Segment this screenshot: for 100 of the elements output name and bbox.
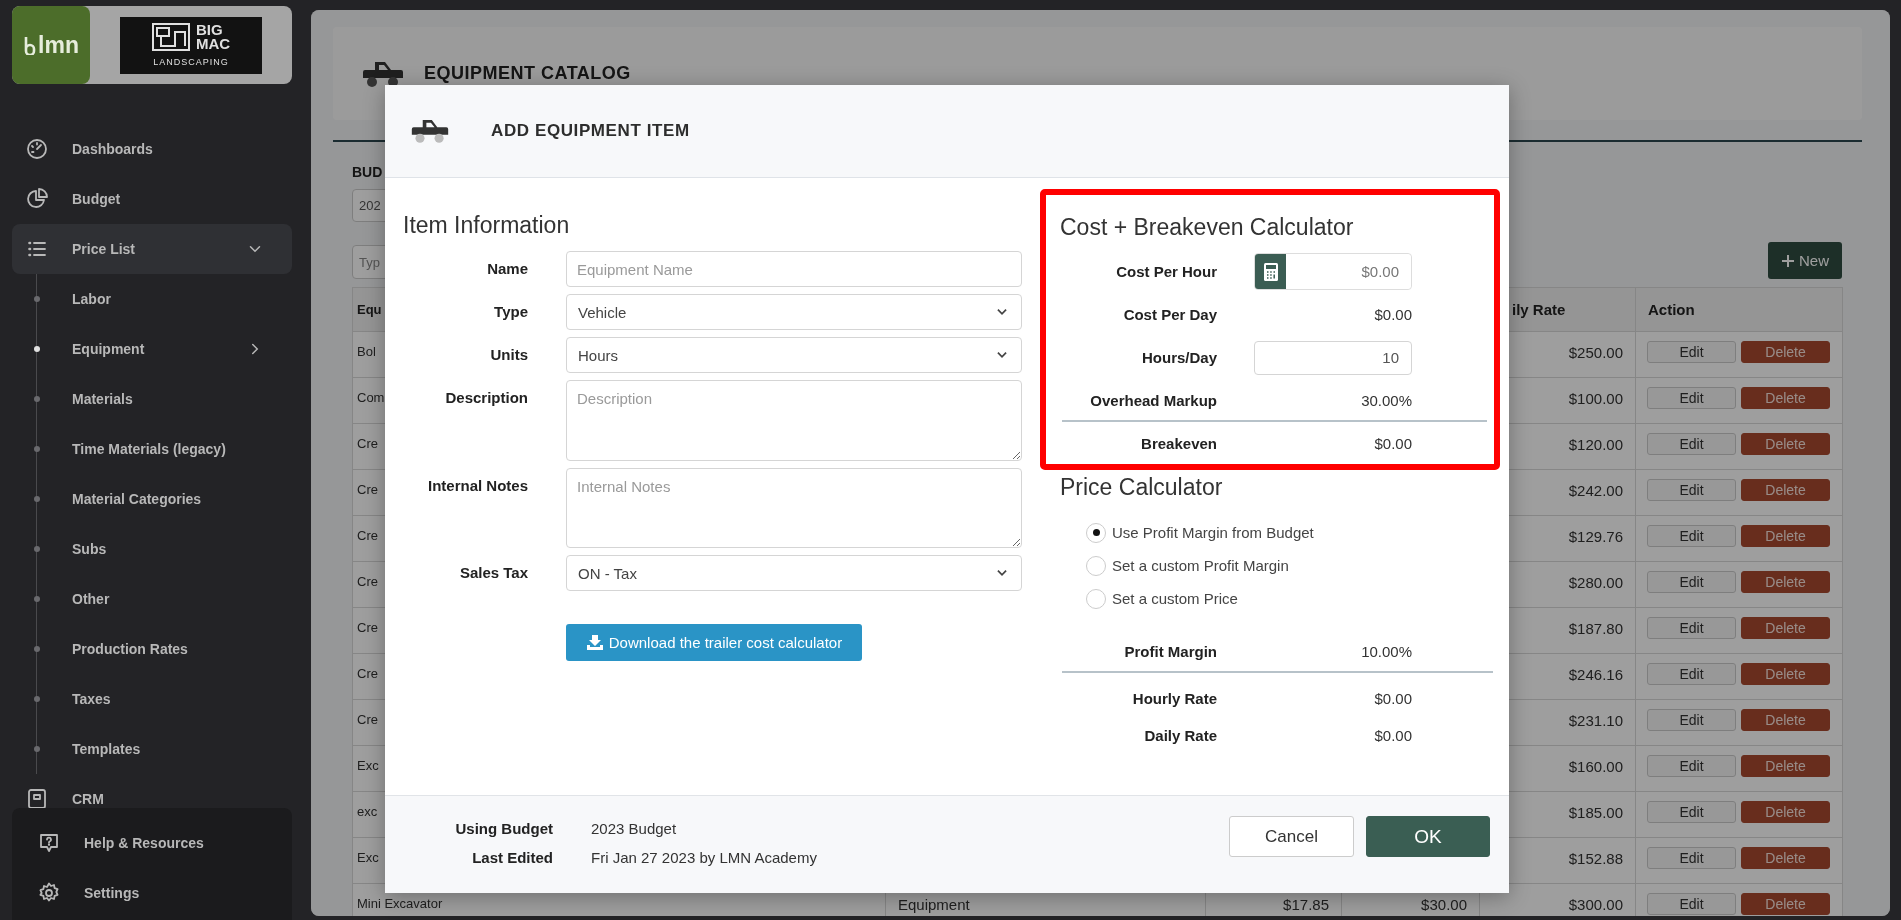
nav-subitem[interactable]: Other [12, 574, 292, 624]
edit-button[interactable]: Edit [1647, 525, 1736, 547]
delete-button[interactable]: Delete [1741, 341, 1830, 363]
meta-value: Fri Jan 27 2023 by LMN Academy [591, 848, 817, 868]
page-title: EQUIPMENT CATALOG [424, 63, 631, 84]
cancel-button[interactable]: Cancel [1229, 816, 1354, 857]
nav-item[interactable]: Settings [24, 868, 281, 918]
edit-button[interactable]: Edit [1647, 893, 1736, 915]
nav-subitem[interactable]: Templates [12, 724, 292, 774]
edit-button[interactable]: Edit [1647, 341, 1736, 363]
meta-value: 2023 Budget [591, 819, 678, 839]
nav-item[interactable]: Dashboards [12, 124, 292, 174]
edit-button[interactable]: Edit [1647, 755, 1736, 777]
calculated-value: $0.00 [1373, 306, 1412, 323]
option-label: Set a custom Price [1112, 590, 1238, 607]
field-label: Units [489, 345, 528, 365]
download-button[interactable]: Download the trailer cost calculator [566, 624, 862, 661]
field-label: Type [493, 302, 528, 322]
calculated-value: $0.00 [1373, 727, 1412, 744]
delete-button[interactable]: Delete [1741, 893, 1830, 915]
section-heading: Price Calculator [1059, 473, 1224, 502]
delete-button[interactable]: Delete [1741, 847, 1830, 869]
currency-field[interactable]: $0.00 [1254, 253, 1412, 290]
edit-button[interactable]: Edit [1647, 709, 1736, 731]
calculated-value: 10.00% [1360, 643, 1412, 660]
select-field[interactable]: Vehicle [566, 294, 1022, 330]
select-field[interactable]: ON - Tax [566, 555, 1022, 591]
field-label: Sales Tax [458, 563, 528, 583]
select-field[interactable]: Hours [566, 337, 1022, 373]
meta-label: Using Budget [454, 819, 553, 839]
download-icon [585, 634, 604, 651]
delete-button[interactable]: Delete [1741, 571, 1830, 593]
nav-subitem[interactable]: Material Categories [12, 474, 292, 524]
delete-button[interactable]: Delete [1741, 755, 1830, 777]
nav-subitem[interactable]: Time Materials (legacy) [12, 424, 292, 474]
nav-item[interactable]: Help & Resources [24, 818, 281, 868]
calculator-icon [1263, 262, 1278, 281]
edit-button[interactable]: Edit [1647, 387, 1736, 409]
nav-item[interactable]: CRM [12, 774, 292, 808]
field-label: Daily Rate [1143, 727, 1217, 744]
pie-chart-icon [25, 187, 49, 211]
nav-item[interactable]: Price List [12, 224, 292, 274]
delete-button[interactable]: Delete [1741, 479, 1830, 501]
delete-button[interactable]: Delete [1741, 709, 1830, 731]
text-field[interactable]: Equipment Name [566, 251, 1022, 287]
section-heading: Cost + Breakeven Calculator [1059, 213, 1355, 242]
radio-button[interactable] [1086, 588, 1106, 609]
help-icon [37, 831, 61, 855]
app-mark-icon [23, 35, 38, 55]
logo-text: MAC [195, 37, 231, 52]
nav-subitem[interactable]: Production Rates [12, 624, 292, 674]
field-label: Internal Notes [426, 476, 528, 496]
delete-button[interactable]: Delete [1741, 433, 1830, 455]
ok-button[interactable]: OK [1366, 816, 1490, 857]
delete-button[interactable]: Delete [1741, 617, 1830, 639]
edit-button[interactable]: Edit [1647, 433, 1736, 455]
field-label: BUD [352, 163, 384, 182]
app-logo: lmn [12, 6, 90, 84]
new-button[interactable]: New [1768, 242, 1842, 279]
edit-button[interactable]: Edit [1647, 617, 1736, 639]
field-label: Hours/Day [1140, 349, 1217, 366]
field-label: Description [444, 388, 528, 408]
field-label: Cost Per Day [1122, 306, 1217, 323]
field-label: Cost Per Hour [1115, 263, 1217, 280]
section-heading: Item Information [403, 211, 571, 240]
delete-button[interactable]: Delete [1741, 663, 1830, 685]
monogram-icon [151, 23, 190, 52]
edit-button[interactable]: Edit [1647, 847, 1736, 869]
dialog-title: ADD EQUIPMENT ITEM [491, 121, 690, 141]
radio-button[interactable] [1086, 522, 1106, 543]
logo-text: LANDSCAPING [152, 56, 230, 67]
calculated-value: $0.00 [1373, 690, 1412, 707]
dashboard-icon [25, 137, 49, 161]
edit-button[interactable]: Edit [1647, 479, 1736, 501]
edit-button[interactable]: Edit [1647, 801, 1736, 823]
text-area[interactable]: Internal Notes [566, 468, 1022, 548]
contact-card-icon [25, 787, 49, 808]
plus-icon [1781, 253, 1795, 268]
column-header: Action [1635, 287, 1843, 332]
field-label: Breakeven [1140, 435, 1217, 452]
edit-button[interactable]: Edit [1647, 663, 1736, 685]
delete-button[interactable]: Delete [1741, 801, 1830, 823]
nav-subitem[interactable]: Subs [12, 524, 292, 574]
field-label: Hourly Rate [1131, 690, 1217, 707]
delete-button[interactable]: Delete [1741, 387, 1830, 409]
calculated-value: 30.00% [1360, 392, 1412, 409]
delete-button[interactable]: Delete [1741, 525, 1830, 547]
nav-subitem[interactable]: Materials [12, 374, 292, 424]
calculated-value: $0.00 [1373, 435, 1412, 452]
radio-button[interactable] [1086, 555, 1106, 576]
logo-text: BIG [195, 23, 224, 38]
text-area[interactable]: Description [566, 380, 1022, 461]
number-field[interactable]: 10 [1254, 340, 1412, 375]
nav-subitem[interactable]: Equipment [12, 324, 292, 374]
meta-label: Last Edited [471, 848, 553, 868]
edit-button[interactable]: Edit [1647, 571, 1736, 593]
nav-subitem[interactable]: Labor [12, 274, 292, 324]
nav-item[interactable]: Budget [12, 174, 292, 224]
nav-subitem[interactable]: Taxes [12, 674, 292, 724]
field-label: Overhead Markup [1089, 392, 1217, 409]
